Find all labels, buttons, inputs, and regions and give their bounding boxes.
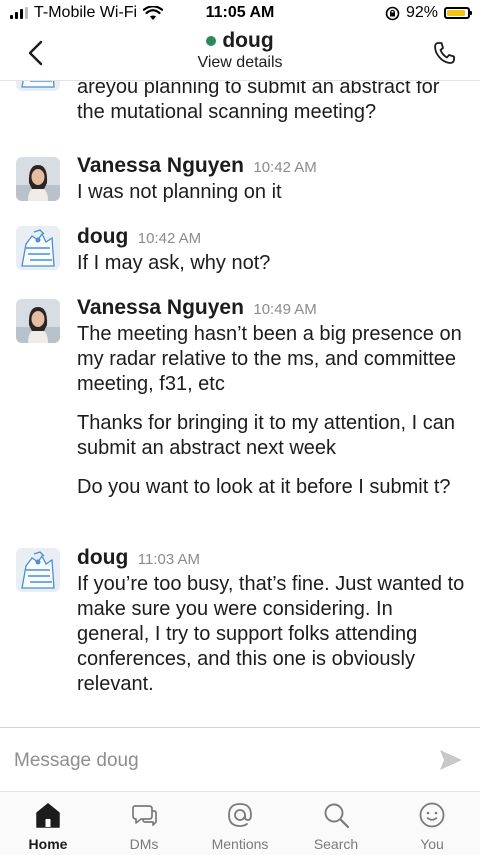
message-text: I was not planning on it <box>77 181 282 203</box>
message-text: The meeting hasn’t been a big presence o… <box>77 323 462 395</box>
mentions-icon <box>228 803 252 827</box>
message-text: If you’re too busy, that’s fine. Just wa… <box>77 573 465 695</box>
message-input[interactable] <box>14 746 414 776</box>
tab-mentions[interactable]: Mentions <box>192 792 288 855</box>
message-list[interactable]: areyou planning to submit an abstract fo… <box>0 81 480 726</box>
conversation-title: doug <box>222 29 274 52</box>
sender-name[interactable]: Vanessa Nguyen <box>77 296 244 319</box>
dms-icon <box>132 805 157 826</box>
tab-search[interactable]: Search <box>288 792 384 855</box>
home-icon <box>36 803 60 828</box>
vanessa-avatar[interactable] <box>16 157 60 201</box>
doug-avatar-image <box>16 81 60 91</box>
tab-label: You <box>420 836 444 852</box>
send-icon[interactable] <box>438 748 464 772</box>
tab-label: Mentions <box>211 836 269 852</box>
sender-name[interactable]: doug <box>77 225 128 248</box>
message-text: If I may ask, why not? <box>77 252 271 274</box>
tab-bar: Home DMs Mentions Search You <box>0 791 480 855</box>
message-time: 10:42 AM <box>253 159 317 176</box>
doug-avatar-image <box>16 548 60 592</box>
battery-level <box>447 10 466 16</box>
presence-indicator <box>206 36 217 46</box>
battery-percent: 92% <box>405 4 438 21</box>
message-text: Thanks for bringing it to my attention, … <box>77 412 455 459</box>
tab-dms[interactable]: DMs <box>96 792 192 855</box>
message-time: 10:42 AM <box>137 230 202 247</box>
tab-you[interactable]: You <box>384 792 480 855</box>
tab-home[interactable]: Home <box>0 792 96 855</box>
vanessa-avatar-image <box>16 299 60 343</box>
doug-avatar[interactable] <box>16 81 60 91</box>
you-icon <box>419 802 445 828</box>
battery-icon <box>444 7 472 19</box>
message-header: doug 10:42 AM <box>77 223 468 251</box>
message-header: Vanessa Nguyen 10:49 AM <box>77 294 468 322</box>
message-time: 10:49 AM <box>253 301 317 318</box>
message-time: 11:03 AM <box>137 551 201 568</box>
sender-name[interactable]: Vanessa Nguyen <box>77 154 244 177</box>
vanessa-avatar[interactable] <box>16 299 60 343</box>
status-bar: T-Mobile Wi-Fi 11:05 AM 92% <box>0 0 480 28</box>
view-details-link[interactable]: View details <box>0 54 480 72</box>
message-header: doug 11:03 AM <box>77 544 468 572</box>
sender-name[interactable]: doug <box>77 546 128 569</box>
message-text: areyou planning to submit an abstract fo… <box>77 81 440 123</box>
search-icon <box>324 803 350 829</box>
phone-icon[interactable] <box>432 40 456 66</box>
doug-avatar-image <box>16 226 60 270</box>
conversation-title-block[interactable]: doug View details <box>0 28 480 72</box>
vanessa-avatar-image <box>16 157 60 201</box>
message-header: Vanessa Nguyen 10:42 AM <box>77 152 468 180</box>
orientation-lock-icon <box>385 6 400 20</box>
conversation-header: doug View details <box>0 28 480 81</box>
tab-label: Home <box>28 836 68 852</box>
tab-label: DMs <box>129 836 159 852</box>
tab-label: Search <box>313 836 359 852</box>
message-composer <box>0 727 480 792</box>
message-text: Do you want to look at it before I submi… <box>77 476 451 498</box>
doug-avatar[interactable] <box>16 548 60 592</box>
doug-avatar[interactable] <box>16 226 60 270</box>
